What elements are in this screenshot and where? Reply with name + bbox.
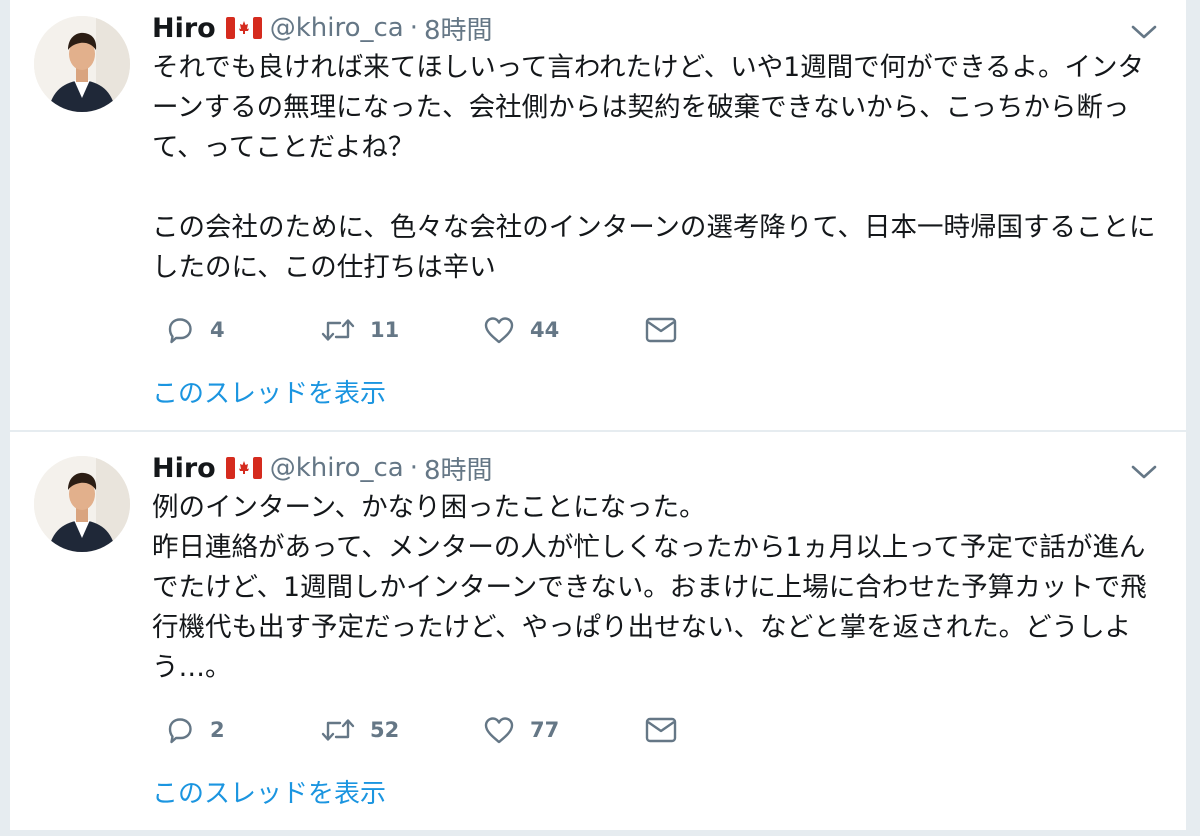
heart-icon bbox=[482, 314, 516, 346]
reply-button[interactable]: 2 bbox=[164, 710, 225, 750]
like-count: 77 bbox=[530, 718, 560, 742]
direct-message-button[interactable] bbox=[644, 310, 678, 350]
direct-message-button[interactable] bbox=[644, 710, 678, 750]
timestamp[interactable]: 8時間 bbox=[424, 450, 493, 487]
show-thread-link[interactable]: このスレッドを表示 bbox=[152, 773, 386, 810]
tweet-actions: 4 11 44 bbox=[156, 310, 716, 350]
display-name[interactable]: Hiro bbox=[152, 453, 216, 484]
display-name[interactable]: Hiro bbox=[152, 13, 216, 44]
chevron-down-icon[interactable] bbox=[1130, 462, 1158, 482]
canada-flag-icon bbox=[225, 17, 262, 39]
retweet-button[interactable]: 52 bbox=[320, 710, 399, 750]
retweet-button[interactable]: 11 bbox=[320, 310, 399, 350]
tweet-text: それでも良ければ来てほしいって言われたけど、いや1週間で何ができるよ。インターン… bbox=[152, 48, 1162, 288]
separator-dot: · bbox=[409, 13, 418, 43]
heart-icon bbox=[482, 714, 516, 746]
separator-dot: · bbox=[409, 453, 418, 483]
canada-flag-icon bbox=[225, 457, 262, 479]
retweet-count: 52 bbox=[370, 718, 400, 742]
tweet-header: Hiro @khiro_ca · 8時間 bbox=[152, 448, 493, 488]
reply-icon bbox=[164, 314, 196, 346]
user-handle[interactable]: @khiro_ca bbox=[270, 13, 404, 43]
user-handle[interactable]: @khiro_ca bbox=[270, 453, 404, 483]
avatar[interactable] bbox=[34, 456, 130, 552]
envelope-icon bbox=[644, 314, 678, 346]
like-button[interactable]: 44 bbox=[482, 310, 559, 350]
tweet-body: それでも良ければ来てほしいって言われたけど、いや1週間で何ができるよ。インターン… bbox=[152, 52, 1156, 283]
retweet-count: 11 bbox=[370, 318, 400, 342]
show-thread-link[interactable]: このスレッドを表示 bbox=[152, 373, 386, 410]
tweet-actions: 2 52 77 bbox=[156, 710, 716, 750]
tweet[interactable]: Hiro @khiro_ca · 8時間 それでも良ければ来てほしいって言われた… bbox=[10, 0, 1186, 430]
tweet-text: 例のインターン、かなり困ったことになった。 昨日連絡があって、メンターの人が忙し… bbox=[152, 488, 1162, 688]
tweet-body: 例のインターン、かなり困ったことになった。 昨日連絡があって、メンターの人が忙し… bbox=[152, 492, 1147, 683]
tweet-header: Hiro @khiro_ca · 8時間 bbox=[152, 8, 493, 48]
reply-count: 4 bbox=[210, 318, 225, 342]
retweet-icon bbox=[320, 314, 356, 346]
chevron-down-icon[interactable] bbox=[1130, 22, 1158, 42]
timestamp[interactable]: 8時間 bbox=[424, 10, 493, 47]
like-button[interactable]: 77 bbox=[482, 710, 559, 750]
reply-icon bbox=[164, 714, 196, 746]
reply-button[interactable]: 4 bbox=[164, 310, 225, 350]
timeline: Hiro @khiro_ca · 8時間 それでも良ければ来てほしいって言われた… bbox=[0, 0, 1200, 836]
tweet[interactable]: Hiro @khiro_ca · 8時間 例のインターン、かなり困ったことになっ… bbox=[10, 432, 1186, 830]
avatar[interactable] bbox=[34, 16, 130, 112]
like-count: 44 bbox=[530, 318, 560, 342]
retweet-icon bbox=[320, 714, 356, 746]
envelope-icon bbox=[644, 714, 678, 746]
reply-count: 2 bbox=[210, 718, 225, 742]
